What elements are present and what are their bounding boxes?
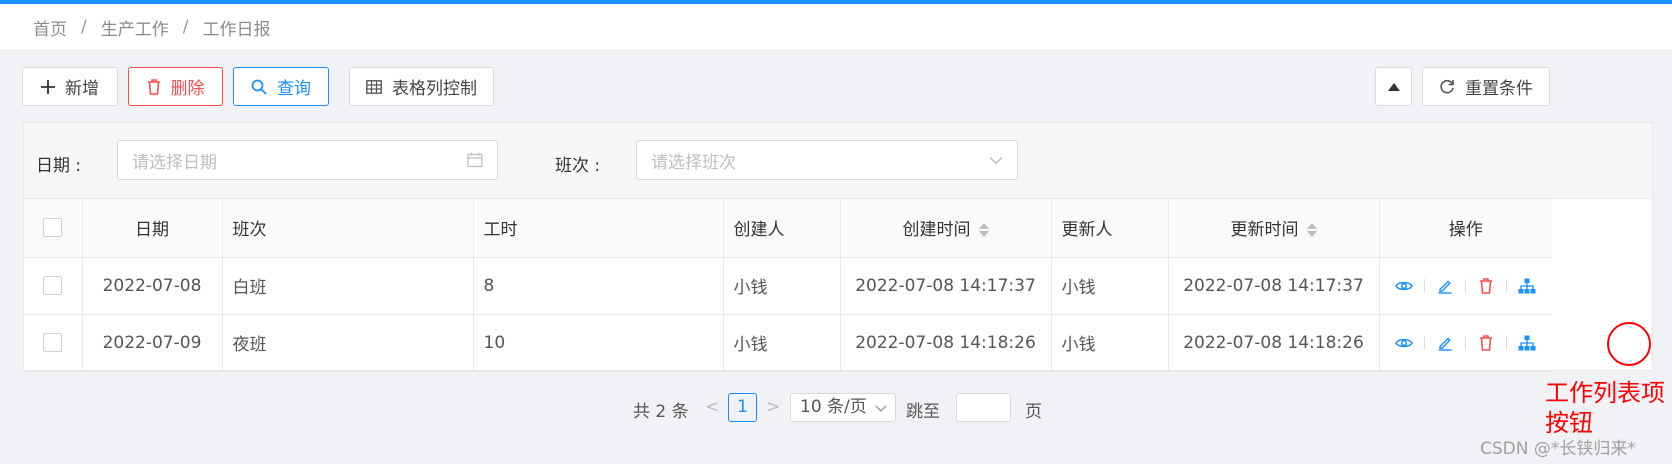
col-header-actions: 操作 (1379, 199, 1552, 258)
sort-icon[interactable] (978, 223, 989, 238)
action-divider (1424, 335, 1426, 350)
col-header-created-time[interactable]: 创建时间 (840, 199, 1052, 258)
chevron-down-icon (875, 405, 887, 412)
cell-updater: 小钱 (1051, 314, 1169, 372)
col-header-shift: 班次 (222, 199, 474, 258)
cell-hours: 10 (473, 314, 724, 372)
calendar-icon (467, 152, 483, 168)
view-icon[interactable] (1394, 276, 1414, 296)
table-header-row: 日期 班次 工时 创建人 创建时间 更新人 更新时间 操作 (24, 199, 1552, 258)
delete-button[interactable]: 删除 (128, 67, 223, 106)
row-select-cell (24, 314, 83, 372)
refresh-icon (1440, 79, 1454, 93)
action-divider (1506, 278, 1508, 293)
action-divider (1424, 278, 1426, 293)
jump-label: 跳至 (906, 402, 940, 422)
column-control-button[interactable]: 表格列控制 (349, 67, 494, 106)
edit-icon[interactable] (1435, 276, 1455, 296)
col-header-updated-time[interactable]: 更新时间 (1168, 199, 1380, 258)
cell-shift: 白班 (222, 257, 474, 315)
prev-page-icon[interactable]: < (705, 397, 719, 417)
annotation-circle (1607, 322, 1651, 366)
delete-icon[interactable] (1476, 333, 1496, 353)
search-icon (251, 79, 267, 95)
breadcrumb-production[interactable]: 生产工作 (101, 15, 169, 40)
trash-icon (147, 78, 160, 95)
page-suffix: 页 (1025, 402, 1042, 422)
watermark: CSDN @*长铗归来* (1480, 439, 1636, 459)
table-row: 2022-07-09 夜班 10 小钱 2022-07-08 14:18:26 … (24, 314, 1552, 372)
cell-date: 2022-07-09 (82, 314, 223, 372)
col-header-updater: 更新人 (1051, 199, 1169, 258)
select-all-cell (24, 199, 83, 258)
cell-hours: 8 (473, 257, 724, 315)
jump-page-input[interactable] (956, 393, 1011, 422)
row-select-cell (24, 257, 83, 315)
cell-actions (1379, 314, 1552, 372)
shift-filter-label: 班次 : (555, 156, 601, 176)
cell-creator: 小钱 (723, 314, 841, 372)
edit-icon[interactable] (1435, 333, 1455, 353)
view-icon[interactable] (1394, 333, 1414, 353)
select-all-checkbox[interactable] (43, 218, 63, 238)
work-report-table: 日期 班次 工时 创建人 创建时间 更新人 更新时间 操作 2022-07-08… (24, 199, 1552, 372)
col-header-creator: 创建人 (723, 199, 841, 258)
row-checkbox[interactable] (43, 276, 63, 295)
action-divider (1506, 335, 1508, 350)
page-item-1[interactable]: 1 (728, 393, 757, 422)
pagination-total: 共 2 条 (633, 402, 689, 422)
cell-actions (1379, 257, 1552, 315)
cell-updated-time: 2022-07-08 14:17:37 (1168, 257, 1380, 315)
list-panel: 日期 : 请选择日期 班次 : 请选择班次 日期 班次 工时 创建人 创建时间 … (23, 122, 1653, 372)
shift-select[interactable]: 请选择班次 (636, 140, 1018, 180)
cell-shift: 夜班 (222, 314, 474, 372)
breadcrumb-home[interactable]: 首页 (33, 15, 67, 40)
reset-button[interactable]: 重置条件 (1422, 67, 1550, 106)
cell-created-time: 2022-07-08 14:18:26 (840, 314, 1052, 372)
action-divider (1465, 335, 1467, 350)
query-button[interactable]: 查询 (233, 67, 329, 106)
cell-updater: 小钱 (1051, 257, 1169, 315)
date-filter-label: 日期 : (36, 156, 82, 176)
filter-bar: 日期 : 请选择日期 班次 : 请选择班次 (24, 123, 1652, 199)
table-row: 2022-07-08 白班 8 小钱 2022-07-08 14:17:37 小… (24, 257, 1552, 315)
plus-icon (41, 79, 55, 94)
pagination: 共 2 条 < 1 > 10 条/页 跳至 页 (0, 393, 1672, 425)
delete-icon[interactable] (1476, 276, 1496, 296)
collapse-button[interactable] (1375, 67, 1412, 106)
breadcrumb-separator: / (182, 17, 189, 37)
work-list-item-icon[interactable] (1517, 333, 1537, 353)
page-size-select[interactable]: 10 条/页 (790, 393, 896, 422)
row-checkbox[interactable] (43, 333, 63, 352)
col-header-hours: 工时 (473, 199, 724, 258)
date-picker[interactable]: 请选择日期 (117, 140, 498, 180)
col-header-date: 日期 (82, 199, 223, 258)
cell-created-time: 2022-07-08 14:17:37 (840, 257, 1052, 315)
table-icon (366, 79, 382, 94)
annotation-label: 工作列表项按钮 (1545, 379, 1665, 437)
breadcrumb: 首页 / 生产工作 / 工作日报 (0, 4, 1672, 51)
action-divider (1465, 278, 1467, 293)
cell-updated-time: 2022-07-08 14:18:26 (1168, 314, 1380, 372)
cell-creator: 小钱 (723, 257, 841, 315)
breadcrumb-separator: / (81, 17, 87, 37)
add-button[interactable]: 新增 (22, 67, 118, 106)
caret-up-icon (1387, 82, 1400, 91)
sort-icon[interactable] (1306, 223, 1317, 238)
work-list-item-icon[interactable] (1517, 276, 1537, 296)
chevron-down-icon (989, 156, 1003, 165)
next-page-icon[interactable]: > (766, 397, 780, 417)
breadcrumb-current: 工作日报 (202, 19, 271, 40)
cell-date: 2022-07-08 (82, 257, 223, 315)
